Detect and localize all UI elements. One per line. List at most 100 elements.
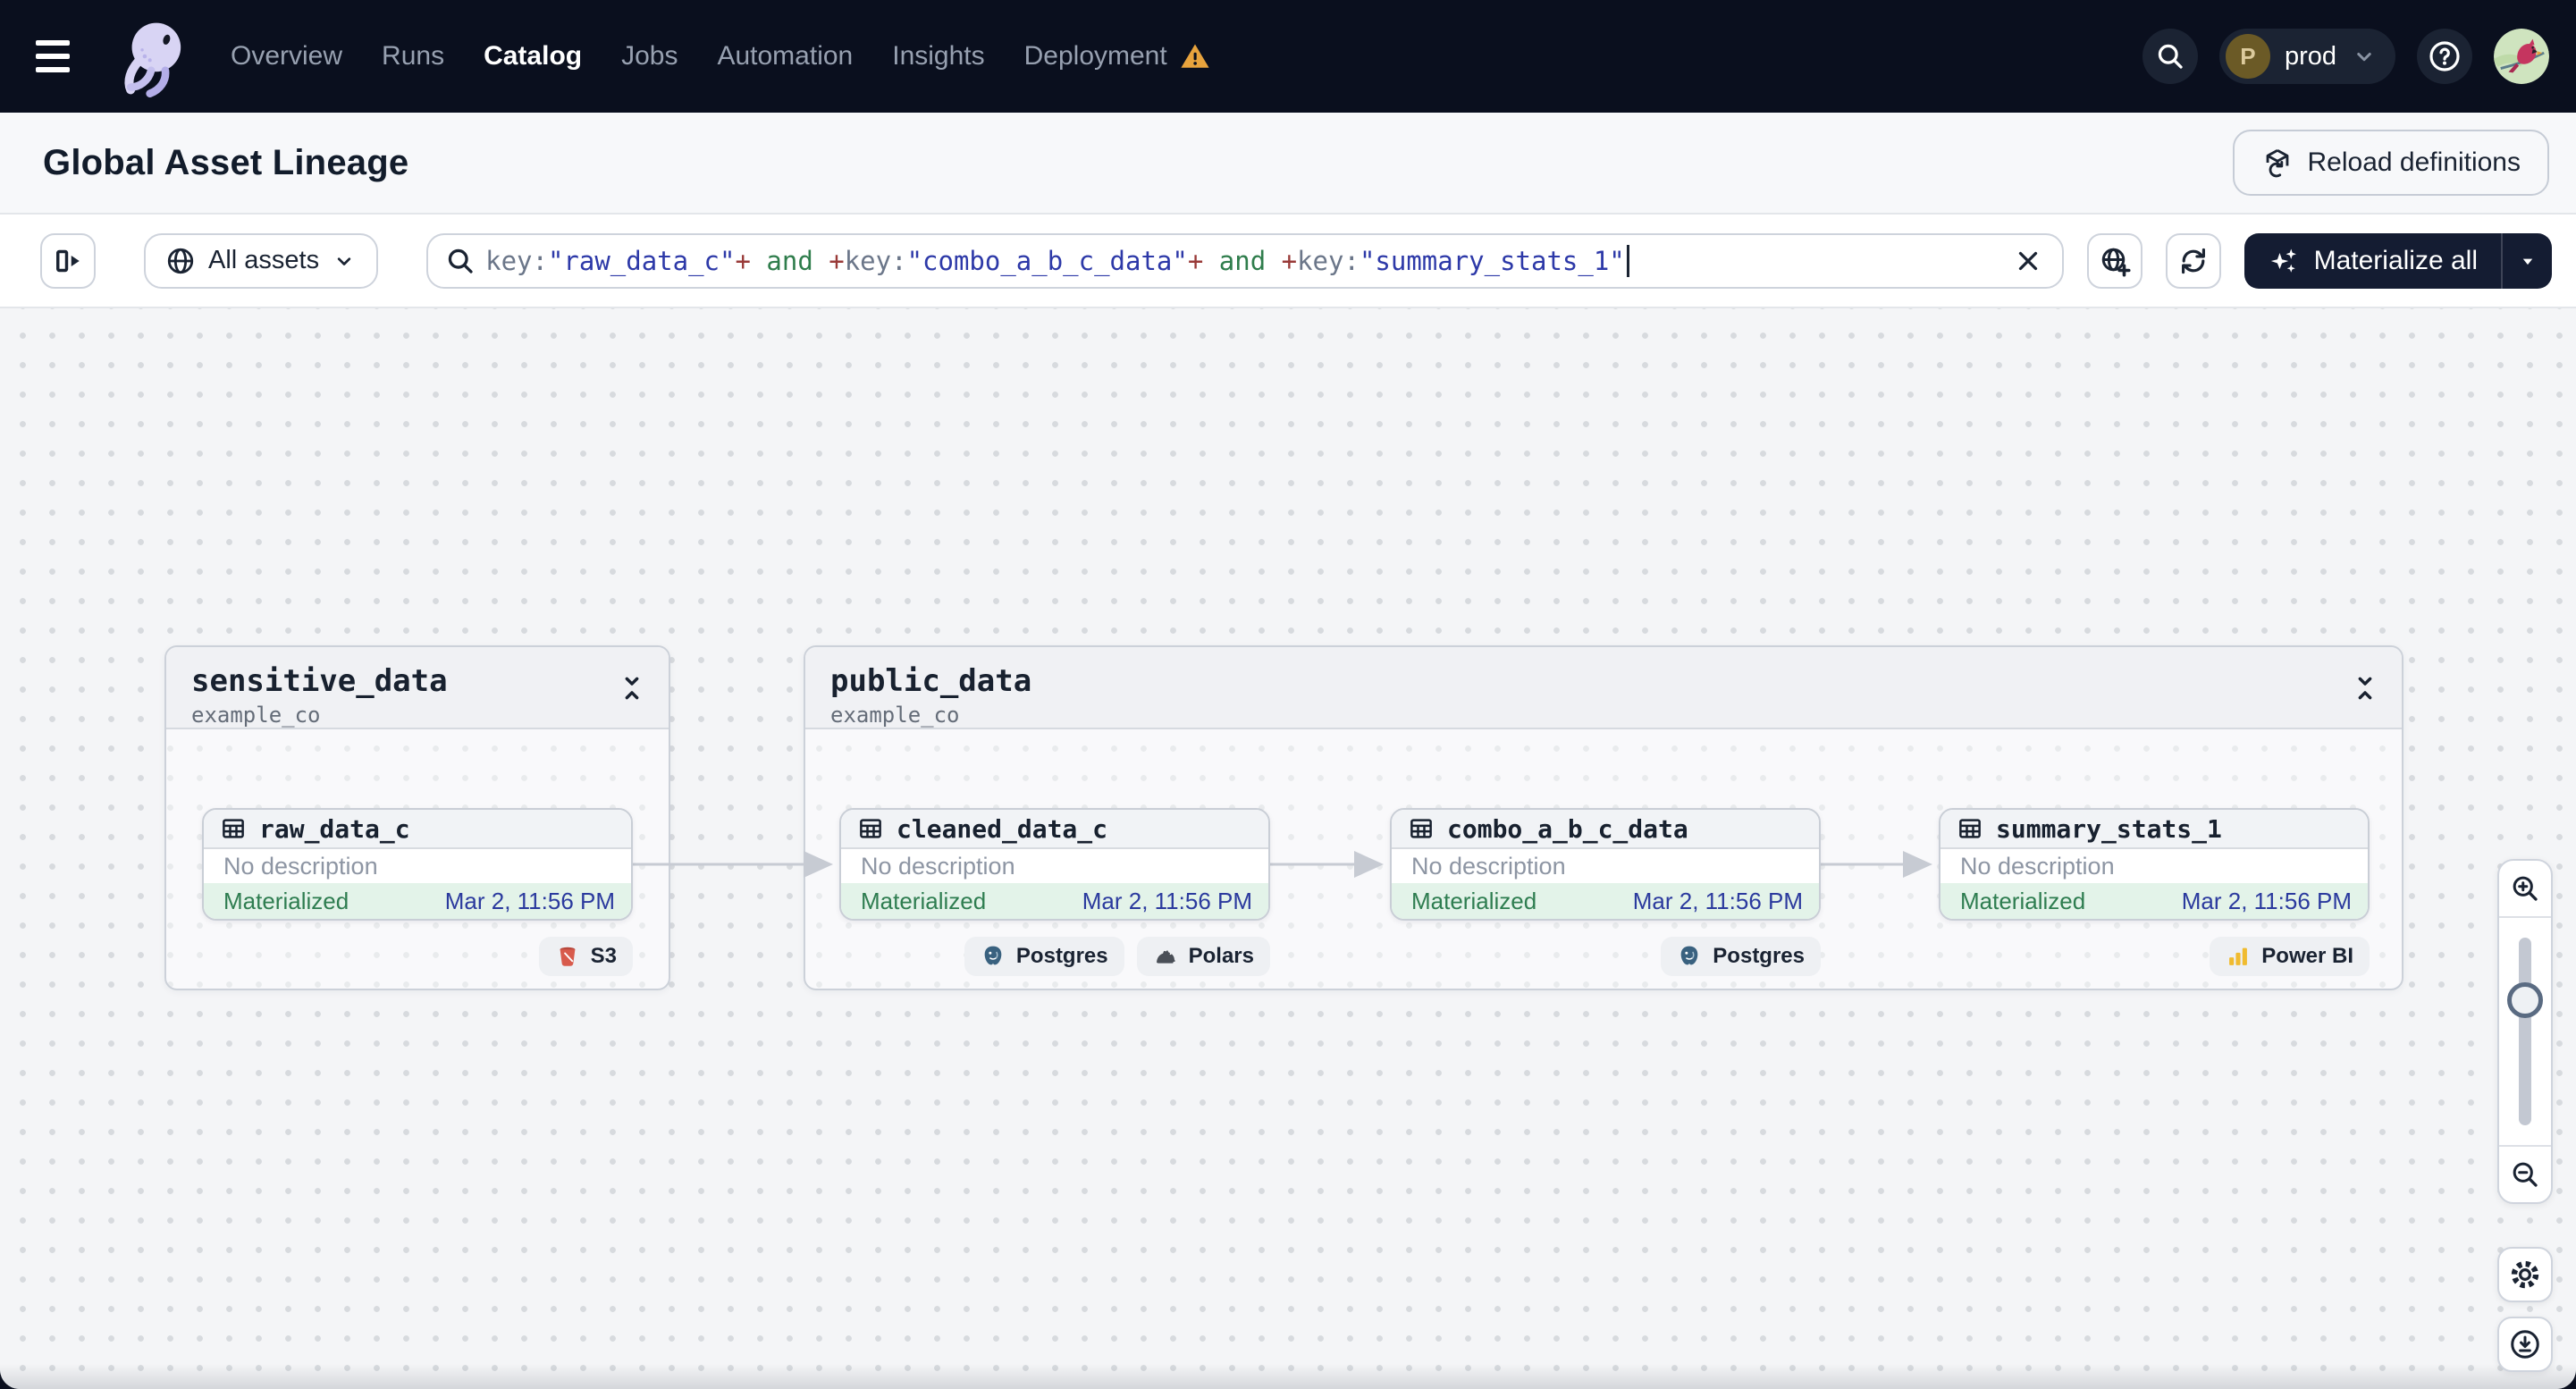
nav-item-jobs[interactable]: Jobs [621, 41, 678, 72]
asset-node-summary_stats_1[interactable]: summary_stats_1 No description Materiali… [1939, 808, 2370, 921]
graph-settings-button[interactable] [2497, 1247, 2553, 1302]
tag-label: Postgres [1713, 944, 1805, 968]
table-icon [1959, 819, 1981, 838]
asset-node-body: No description [1392, 849, 1819, 883]
nav-item-catalog[interactable]: Catalog [484, 41, 582, 72]
asset-node-status-bar: Materialized Mar 2, 11:56 PM [204, 883, 631, 919]
materialization-timestamp: Mar 2, 11:56 PM [2181, 887, 2352, 914]
asset-node-header[interactable]: raw_data_c [204, 810, 631, 849]
tag-postgres[interactable]: Postgres [1661, 937, 1821, 976]
table-icon [1410, 819, 1432, 838]
query-token: + [1281, 245, 1298, 276]
asset-node-cleaned_data_c[interactable]: cleaned_data_c No description Materializ… [839, 808, 1270, 921]
query-token: "raw_data_c" [547, 245, 736, 276]
zoom-slider-track[interactable] [2519, 938, 2531, 1125]
asset-node-status-bar: Materialized Mar 2, 11:56 PM [1940, 883, 2368, 919]
zoom-in-icon [2513, 876, 2538, 901]
nav-item-label: Insights [892, 41, 985, 71]
environment-name: prod [2284, 41, 2336, 71]
search-icon [2158, 44, 2183, 69]
group-location: example_co [191, 703, 321, 728]
hamburger-menu-button[interactable] [36, 28, 93, 85]
group-location: example_co [830, 703, 960, 728]
dagster-octopus-icon [124, 22, 181, 97]
nav-item-label: Runs [382, 41, 445, 71]
user-avatar[interactable] [2494, 29, 2549, 84]
refresh-graph-button[interactable] [2165, 232, 2221, 289]
materialize-all-label: Materialize all [2313, 245, 2478, 275]
asset-description: No description [861, 852, 1015, 880]
asset-description: No description [1960, 852, 2115, 880]
group-header[interactable]: sensitive_data example_co [166, 647, 669, 729]
nav-item-runs[interactable]: Runs [382, 41, 444, 72]
reload-definitions-button[interactable]: Reload definitions [2232, 130, 2549, 196]
asset-name: summary_stats_1 [1996, 813, 2222, 844]
download-icon [2511, 1330, 2539, 1359]
zoom-in-button[interactable] [2499, 861, 2551, 916]
panel-expand-icon [56, 249, 80, 272]
asset-node-header[interactable]: cleaned_data_c [841, 810, 1268, 849]
nav-item-insights[interactable]: Insights [892, 41, 984, 72]
materialization-timestamp: Mar 2, 11:56 PM [1082, 887, 1252, 914]
top-nav: Overview Runs Catalog Jobs Automation Insight… [0, 0, 2576, 113]
polars-icon [1153, 944, 1178, 969]
tag-label: S3 [590, 944, 617, 968]
zoom-slider[interactable] [2499, 916, 2551, 1147]
query-token: "summary_stats_1" [1359, 245, 1625, 276]
zoom-out-button[interactable] [2499, 1147, 2551, 1202]
help-button[interactable] [2417, 29, 2472, 84]
dagster-logo[interactable] [113, 15, 195, 97]
asset-node-body: No description [1940, 849, 2368, 883]
asset-node-combo_a_b_c_data[interactable]: combo_a_b_c_data No description Material… [1390, 808, 1821, 921]
globe-plus-icon [2101, 248, 2131, 277]
nav-item-label: Automation [717, 41, 854, 71]
zoom-controls [2497, 859, 2553, 1204]
warning-icon [1181, 44, 1209, 68]
nav-item-automation[interactable]: Automation [717, 41, 853, 72]
tag-postgres[interactable]: Postgres [964, 937, 1124, 976]
help-icon [2429, 41, 2460, 72]
materialization-status: Materialized [1960, 887, 2086, 914]
asset-node-raw_data_c[interactable]: raw_data_c No description Materialized M… [202, 808, 633, 921]
view-lineage-scope-button[interactable] [2086, 232, 2142, 289]
asset-node-status-bar: Materialized Mar 2, 11:56 PM [1392, 883, 1819, 919]
materialize-all-button[interactable]: Materialize all [2244, 233, 2501, 289]
cube-reload-icon [2266, 148, 2288, 178]
clear-query-button[interactable] [2008, 241, 2048, 281]
asset-node-header[interactable]: summary_stats_1 [1940, 810, 2368, 849]
tag-power-bi[interactable]: Power BI [2210, 937, 2370, 976]
collapse-group-icon [625, 677, 639, 700]
asset-query-input[interactable]: key:"raw_data_c"+ and +key:"combo_a_b_c_… [426, 232, 2064, 289]
zoom-out-icon [2513, 1162, 2538, 1187]
group-header[interactable]: public_data example_co [805, 647, 2402, 729]
lineage-graph-canvas[interactable]: sensitive_data example_co public_data ex… [0, 308, 2576, 1389]
nav-item-overview[interactable]: Overview [231, 41, 342, 72]
asset-description: No description [223, 852, 378, 880]
open-side-panel-button[interactable] [40, 232, 96, 289]
table-icon [860, 819, 881, 838]
materialize-all-split-button: Materialize all [2243, 232, 2552, 289]
download-image-button[interactable] [2497, 1317, 2553, 1372]
query-token: + [735, 245, 751, 276]
page-header: Global Asset Lineage Reload definitions [0, 113, 2576, 215]
avatar-cardinal-image [2494, 29, 2549, 84]
global-search-button[interactable] [2142, 29, 2198, 84]
collapse-group-button[interactable] [2350, 672, 2382, 704]
asset-name: raw_data_c [259, 813, 410, 844]
query-token: key: [485, 245, 548, 276]
environment-switcher[interactable]: P prod [2218, 29, 2395, 84]
tag-s3[interactable]: S3 [538, 937, 633, 976]
zoom-slider-thumb[interactable] [2507, 982, 2543, 1018]
caret-down-icon [2522, 258, 2532, 265]
materialize-options-button[interactable] [2501, 232, 2552, 289]
asset-scope-filter[interactable]: All assets [144, 232, 379, 289]
materialization-timestamp: Mar 2, 11:56 PM [1632, 887, 1803, 914]
nav-item-label: Deployment [1023, 41, 1167, 71]
tag-polars[interactable]: Polars [1136, 937, 1270, 976]
asset-node-body: No description [841, 849, 1268, 883]
collapse-group-button[interactable] [617, 672, 649, 704]
nav-item-deployment[interactable]: Deployment [1024, 41, 1210, 72]
asset-node-header[interactable]: combo_a_b_c_data [1392, 810, 1819, 849]
globe-icon [167, 248, 194, 274]
materialization-status: Materialized [1411, 887, 1537, 914]
